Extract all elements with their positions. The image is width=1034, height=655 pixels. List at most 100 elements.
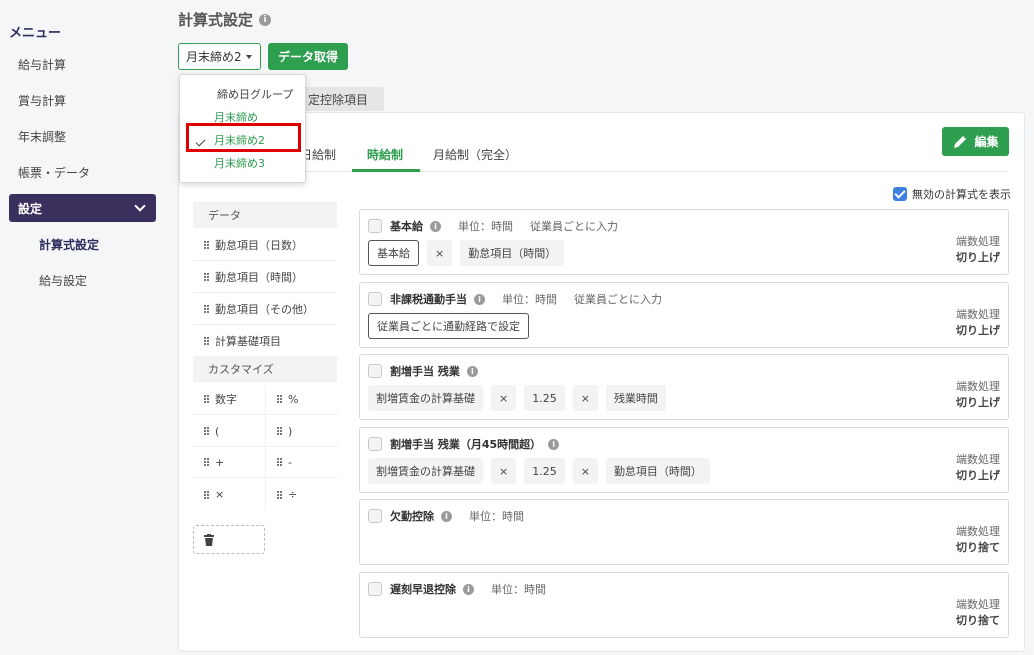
info-icon[interactable]: i [466,365,478,377]
rounding-value: 切り上げ [956,251,1000,264]
palette-item[interactable]: 数字 [193,384,265,415]
tab-hourly[interactable]: 時給制 [367,146,403,163]
palette-item[interactable]: - [266,447,338,478]
palette-item[interactable]: ) [266,416,338,447]
tab-monthly-full[interactable]: 月給制（完全） [433,146,517,163]
card-title: 割増手当 残業（月45時間超） [390,438,542,451]
menu-title: メニュー [9,26,62,41]
sidebar-item-settings[interactable]: 設定 [9,194,156,222]
sidebar-item-settings-label: 設定 [18,201,43,216]
formula-card[interactable]: 欠勤控除 i 単位：時間 端数処理 切り捨て [359,499,1009,565]
card-checkbox[interactable] [368,292,382,306]
formula-chip[interactable]: 従業員ごとに通勤経路で設定 [368,313,529,339]
formula-chip[interactable]: × [572,458,598,484]
rounding-label: 端数処理 [956,235,1000,248]
rounding: 端数処理 切り捨て [956,597,1000,629]
formula-card[interactable]: 遅刻早退控除 i 単位：時間 端数処理 切り捨て [359,572,1009,638]
palette-item[interactable]: + [193,447,265,478]
info-icon[interactable]: i [441,510,452,522]
formula-chip[interactable]: × [491,385,517,411]
sidebar-item-year-end[interactable]: 年末調整 [18,128,66,145]
trash-drop-zone[interactable] [193,525,265,554]
card-title: 遅刻早退控除 [390,583,456,596]
palette-custom-header: カスタマイズ [193,356,337,382]
card-checkbox[interactable] [368,582,382,596]
drag-handle-icon [277,427,282,435]
trash-icon [204,533,214,546]
rounding-label: 端数処理 [956,380,1000,393]
sidebar-sub-payroll-settings[interactable]: 給与設定 [39,272,87,289]
card-checkbox[interactable] [368,364,382,378]
formula-chips: 割増賃金の計算基礎 × 1.25 × 残業時間 [368,385,666,411]
drag-handle-icon [277,458,282,466]
show-invalid-toggle[interactable]: 無効の計算式を表示 [893,186,1011,202]
formula-card[interactable]: 基本給 i 単位：時間 従業員ごとに入力 基本給 × 勤怠項目（時間） 端数処理… [359,209,1009,275]
caret-down-icon [245,54,252,59]
formula-card[interactable]: 割増手当 残業（月45時間超） i 割増賃金の計算基礎 × 1.25 × 勤怠項… [359,427,1009,493]
rounding-label: 端数処理 [956,453,1000,466]
info-icon[interactable]: i [259,13,272,26]
card-header: 欠勤控除 i 単位：時間 [390,508,524,524]
rounding-value: 切り捨て [956,541,1000,554]
palette-item[interactable]: ÷ [266,479,338,510]
card-title: 割増手当 残業 [390,365,460,378]
formula-chip[interactable]: 割増賃金の計算基礎 [368,458,483,484]
sidebar-item-bonus[interactable]: 賞与計算 [18,92,66,109]
info-icon[interactable]: i [463,583,474,595]
card-checkbox[interactable] [368,219,382,233]
card-unit: 単位：時間 [491,583,546,596]
info-icon[interactable]: i [474,293,485,305]
palette-item[interactable]: 勤怠項目（時間） [193,261,337,293]
formula-chip[interactable]: 基本給 [368,240,419,266]
show-invalid-label: 無効の計算式を表示 [912,188,1011,201]
formula-chip[interactable]: 1.25 [524,385,565,411]
rounding-value: 切り捨て [956,614,1000,627]
formula-chip[interactable]: 1.25 [524,458,565,484]
formula-card[interactable]: 非課税通勤手当 i 単位：時間 従業員ごとに入力 従業員ごとに通勤経路で設定 端… [359,282,1009,348]
chevron-down-icon [134,200,146,212]
drag-handle-icon [204,272,209,281]
card-checkbox[interactable] [368,437,382,451]
palette-data-header: データ [193,202,337,228]
edit-button[interactable]: 編集 [942,127,1009,156]
info-icon[interactable]: i [430,220,441,232]
drag-handle-icon [204,427,209,435]
palette-item-label: 勤怠項目（時間） [215,270,303,284]
fetch-data-button[interactable]: データ取得 [268,43,348,70]
formula-chip[interactable]: 勤怠項目（時間） [460,240,565,266]
rounding-value: 切り上げ [956,469,1000,482]
sidebar-sub-formula-settings[interactable]: 計算式設定 [39,236,99,253]
drag-handle-icon [204,395,209,403]
card-header: 割増手当 残業（月45時間超） i [390,436,560,452]
sidebar-item-reports[interactable]: 帳票・データ [18,164,90,181]
formula-chip[interactable]: × [572,385,598,411]
palette-item[interactable]: × [193,479,265,510]
formula-chip[interactable]: × [427,240,453,266]
dropdown-option[interactable]: 月末締め3 [214,155,265,171]
dropdown-header: 締め日グループ [217,88,294,101]
checkbox-checked-icon[interactable] [893,187,907,201]
sidebar: メニュー 給与計算 賞与計算 年末調整 帳票・データ 設定 計算式設定 給与設定 [0,0,165,655]
palette-item[interactable]: 計算基礎項目 [193,325,337,357]
formula-chip[interactable]: 残業時間 [605,385,666,411]
sidebar-item-payroll[interactable]: 給与計算 [18,56,66,73]
formula-card[interactable]: 割増手当 残業 i 割増賃金の計算基礎 × 1.25 × 残業時間 端数処理 切… [359,354,1009,420]
rounding: 端数処理 切り捨て [956,524,1000,556]
group-select[interactable]: 月末締め2 [178,43,261,70]
palette-item[interactable]: % [266,384,338,415]
formula-chip[interactable]: 割増賃金の計算基礎 [368,385,483,411]
card-title: 欠勤控除 [390,510,434,523]
palette-item-label: 勤怠項目（その他） [215,302,314,316]
drag-handle-icon [277,490,282,499]
palette-item[interactable]: ( [193,416,265,447]
formula-chips: 割増賃金の計算基礎 × 1.25 × 勤怠項目（時間） [368,458,710,484]
formula-chip[interactable]: × [491,458,517,484]
palette-item[interactable]: 勤怠項目（その他） [193,293,337,325]
info-icon[interactable]: i [548,438,560,450]
palette-item[interactable]: 勤怠項目（日数） [193,229,337,261]
rounding-label: 端数処理 [956,598,1000,611]
rounding: 端数処理 切り上げ [956,307,1000,339]
rounding-label: 端数処理 [956,525,1000,538]
card-checkbox[interactable] [368,509,382,523]
formula-chip[interactable]: 勤怠項目（時間） [605,458,710,484]
